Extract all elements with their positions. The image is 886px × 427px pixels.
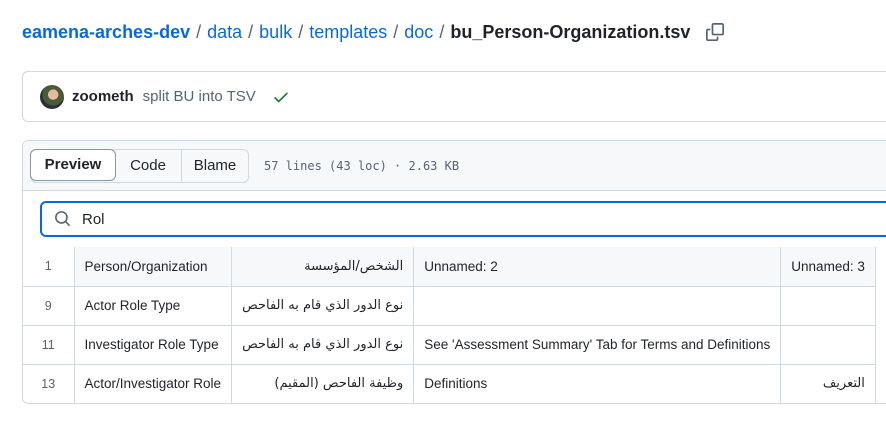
preview-tab[interactable]: Preview — [30, 148, 116, 181]
line-number[interactable]: 9 — [23, 285, 75, 325]
code-tab[interactable]: Code — [115, 149, 182, 182]
search-input[interactable] — [82, 210, 862, 228]
table-cell: نوع الدور الذي قام به الفاحص — [231, 324, 415, 364]
commit-message-link[interactable]: split BU into TSV — [143, 88, 256, 105]
breadcrumb-separator: / — [248, 21, 254, 42]
latest-commit-box: zoometh split BU into TSV — [22, 71, 886, 122]
table-cell: Investigator Role Type — [74, 324, 233, 364]
table-cell — [780, 285, 876, 325]
file-viewer-header: Preview Code Blame 57 lines (43 loc) · 2… — [23, 141, 886, 191]
commit-author-link[interactable]: zoometh — [72, 88, 134, 105]
breadcrumb-filename: bu_Person-Organization.tsv — [450, 21, 691, 42]
breadcrumb-templates-link[interactable]: templates — [309, 22, 387, 43]
breadcrumb-separator: / — [439, 21, 445, 42]
view-mode-toggle: Preview Code Blame — [30, 148, 249, 183]
search-icon — [54, 210, 72, 228]
table-search-box[interactable] — [40, 201, 886, 237]
column-header: الشخص/المؤسسة — [231, 247, 415, 286]
table-header-row: 1 Person/Organization الشخص/المؤسسة Unna… — [23, 247, 876, 286]
breadcrumb-doc-link[interactable]: doc — [404, 22, 433, 43]
table-row: 13 Actor/Investigator Role وظيفة الفاحص … — [23, 363, 876, 403]
tsv-table: 1 Person/Organization الشخص/المؤسسة Unna… — [23, 247, 876, 403]
check-icon[interactable] — [272, 88, 290, 106]
table-row: 11 Investigator Role Type نوع الدور الذي… — [23, 324, 876, 364]
table-cell: وظيفة الفاحص (المقيم) — [231, 363, 415, 403]
column-header: Unnamed: 2 — [413, 247, 782, 286]
table-cell — [413, 285, 782, 325]
copy-icon — [706, 23, 725, 41]
line-number[interactable]: 11 — [23, 324, 75, 364]
line-number[interactable]: 13 — [23, 363, 75, 403]
breadcrumb: eamena-arches-dev / data / bulk / templa… — [22, 20, 726, 44]
avatar[interactable] — [40, 84, 64, 109]
breadcrumb-separator: / — [298, 21, 304, 42]
table-row: 9 Actor Role Type نوع الدور الذي قام به … — [23, 285, 876, 325]
line-number[interactable]: 1 — [23, 247, 75, 286]
column-header: Unnamed: 3 — [780, 247, 876, 286]
table-cell: التعريف — [780, 363, 876, 403]
breadcrumb-data-link[interactable]: data — [207, 22, 242, 43]
table-cell: Actor Role Type — [74, 285, 233, 325]
copy-path-button[interactable] — [704, 21, 726, 43]
blame-tab[interactable]: Blame — [182, 150, 248, 182]
column-header: Person/Organization — [74, 247, 233, 286]
table-cell: Actor/Investigator Role — [74, 363, 233, 403]
file-stats: 57 lines (43 loc) · 2.63 KB — [264, 158, 460, 173]
table-cell — [780, 324, 876, 364]
breadcrumb-repo-link[interactable]: eamena-arches-dev — [22, 22, 190, 43]
table-cell: نوع الدور الذي قام به الفاحص — [231, 285, 415, 325]
file-viewer: Preview Code Blame 57 lines (43 loc) · 2… — [22, 140, 886, 404]
table-cell: Definitions — [413, 363, 782, 403]
breadcrumb-bulk-link[interactable]: bulk — [259, 22, 292, 43]
breadcrumb-separator: / — [196, 21, 202, 42]
table-cell: See 'Assessment Summary' Tab for Terms a… — [413, 324, 782, 364]
breadcrumb-separator: / — [393, 21, 399, 42]
